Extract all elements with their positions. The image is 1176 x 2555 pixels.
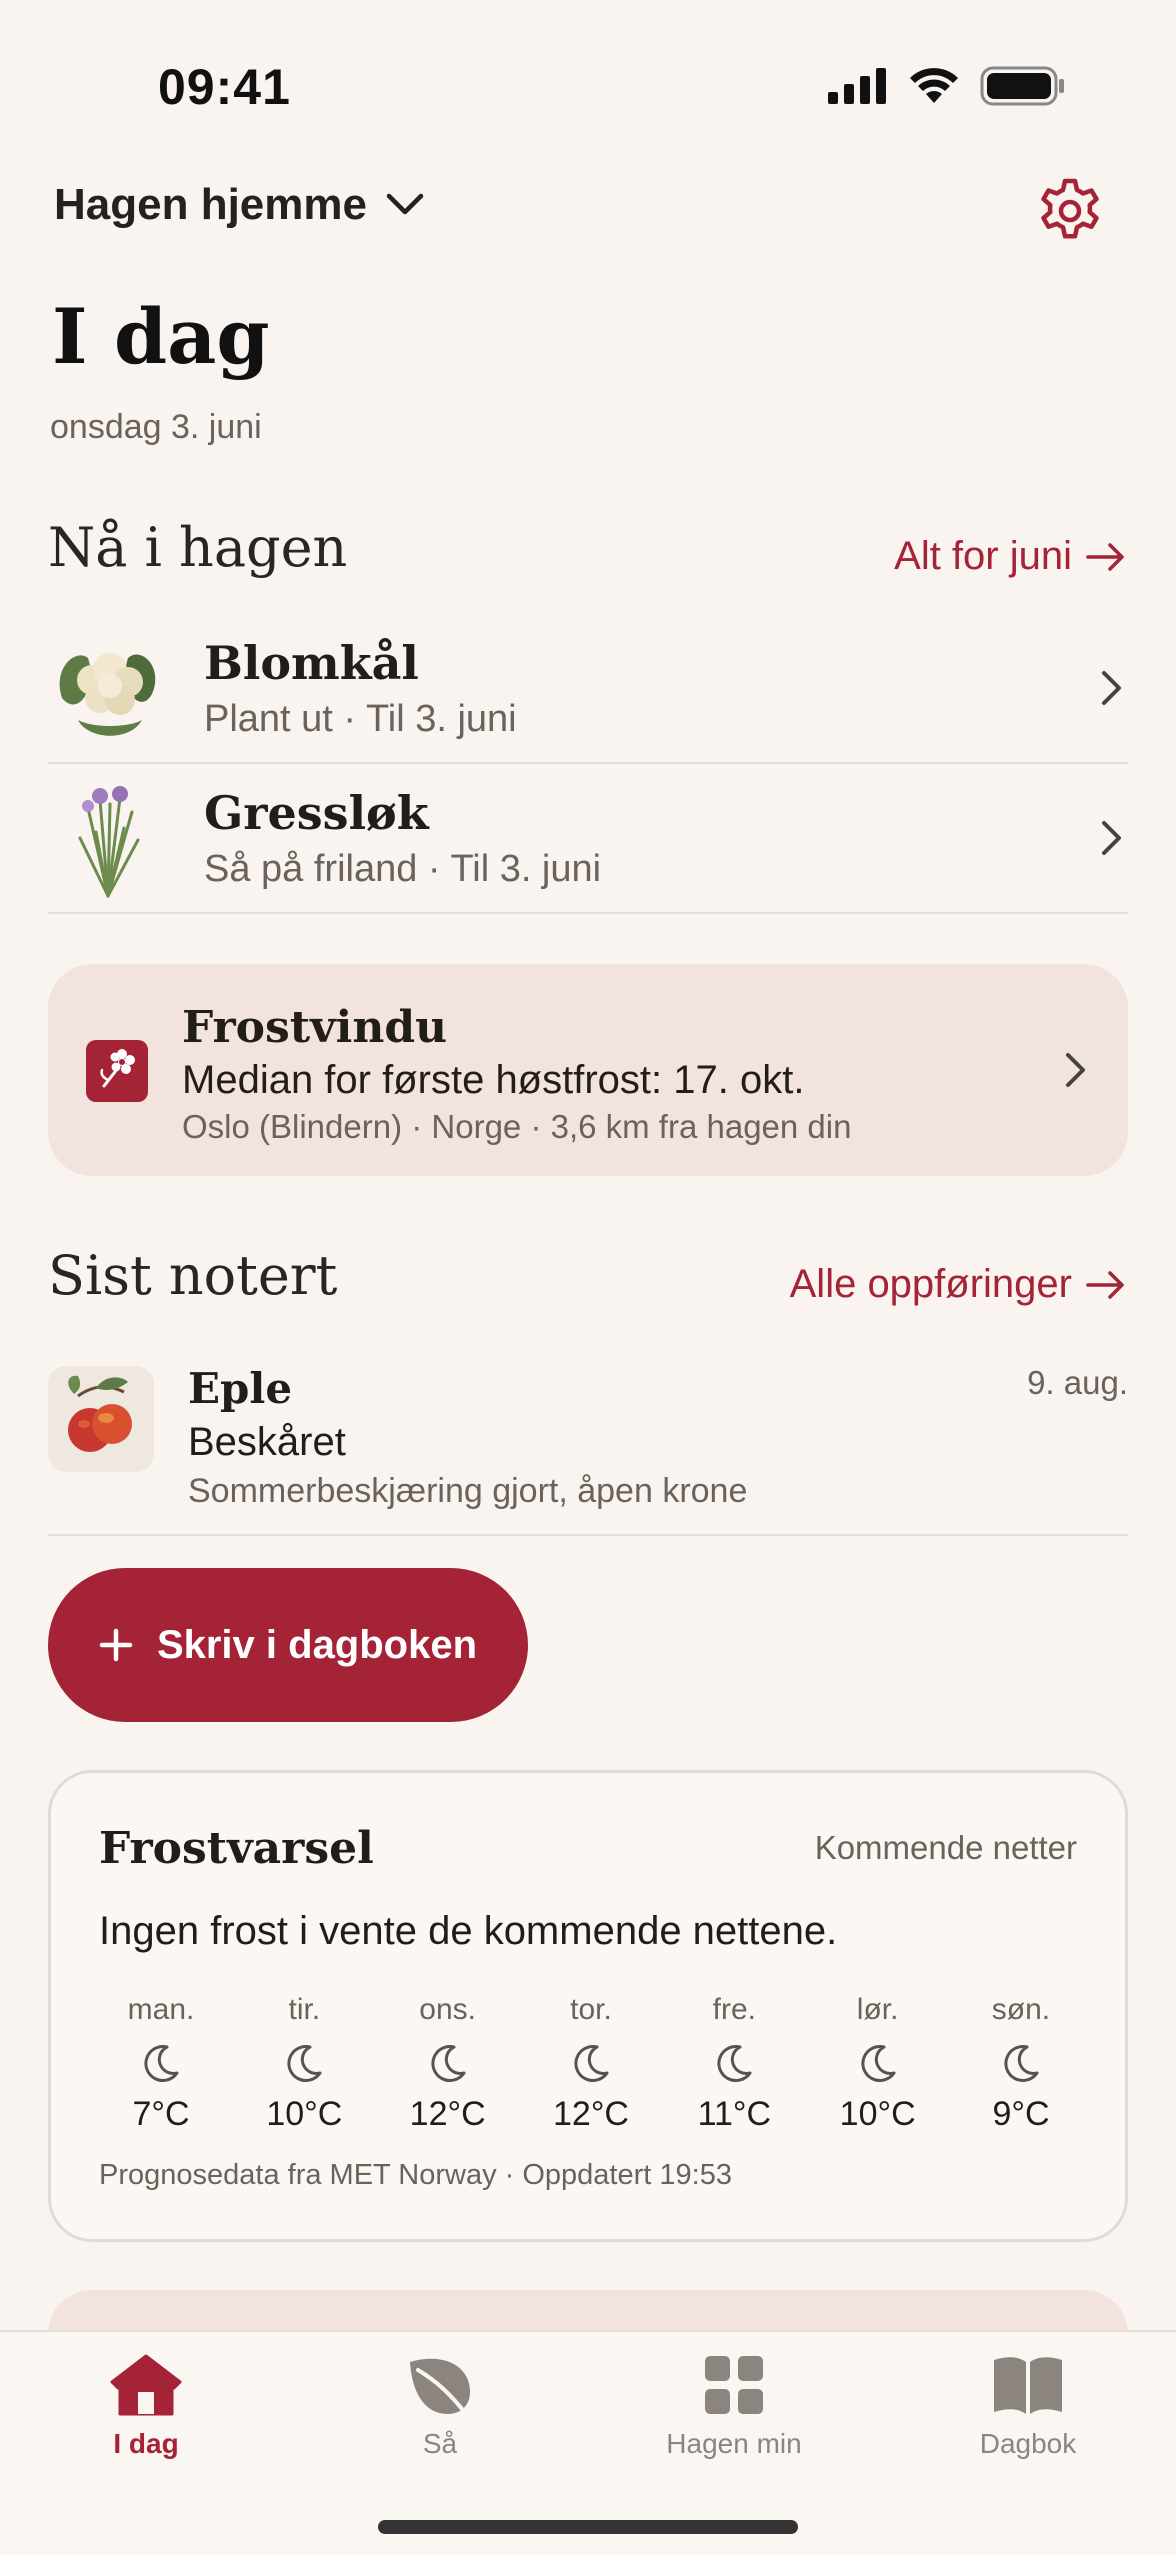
- forecast-title: Frostvarsel: [99, 1823, 374, 1874]
- write-diary-button[interactable]: Skriv i dagboken: [48, 1568, 528, 1722]
- home-indicator: [378, 2520, 798, 2534]
- wifi-icon: [910, 68, 958, 103]
- moon-icon: [717, 2045, 752, 2082]
- tab-label: Dagbok: [979, 2428, 1077, 2459]
- chevron-down-icon: [386, 193, 424, 215]
- tab-sow[interactable]: Så: [330, 2352, 550, 2460]
- frost-window-station: Oslo (Blindern) · Norge · 3,6 km fra hag…: [182, 1108, 852, 1145]
- forecast-temp: 12°C: [553, 2095, 629, 2133]
- arrow-right-icon: [1086, 1270, 1124, 1299]
- chevron-right-icon: [1066, 1053, 1085, 1087]
- task-name: Blomkål: [204, 635, 419, 690]
- arrow-right-icon: [1086, 542, 1124, 571]
- chevron-right-icon: [1102, 671, 1121, 705]
- signal-icon: [828, 68, 886, 104]
- forecast-temp: 11°C: [697, 2095, 772, 2133]
- forecast-day-name: lør.: [856, 1993, 899, 2026]
- task-name: Gressløk: [204, 785, 429, 840]
- entry-action: Beskåret: [188, 1420, 346, 1464]
- forecast-day: ons. 12°C: [388, 1993, 508, 2134]
- all-for-june-label: Alt for juni: [894, 534, 1072, 578]
- leaf-icon: [410, 2358, 470, 2416]
- forecast-days: man. 7°C tir. 10°C ons. 12°C tor. 12°C f…: [101, 1993, 1081, 2134]
- apple-icon: [48, 1366, 154, 1472]
- chevron-right-icon: [1102, 821, 1121, 855]
- forecast-summary: Ingen frost i vente de kommende nettene.: [99, 1909, 838, 1953]
- entry-date: 9. aug.: [1027, 1364, 1128, 1401]
- forecast-temp: 9°C: [992, 2095, 1050, 2133]
- section-title-recent: Sist notert: [48, 1244, 338, 1307]
- forecast-day-name: ons.: [419, 1993, 477, 2026]
- chives-icon: [78, 786, 140, 898]
- grid-icon: [705, 2356, 763, 2414]
- section-title-now: Nå i hagen: [48, 516, 348, 579]
- status-time: 09:41: [158, 59, 291, 115]
- forecast-day-name: tir.: [288, 1993, 321, 2026]
- task-row[interactable]: Gressløk Så på friland · Til 3. juni: [48, 764, 1128, 914]
- frost-window-card[interactable]: Frostvindu Median for første høstfrost: …: [48, 964, 1128, 1176]
- plus-icon: [99, 1628, 133, 1662]
- forecast-temp: 12°C: [409, 2095, 486, 2133]
- tab-label: Så: [422, 2428, 458, 2459]
- task-row[interactable]: Blomkål Plant ut · Til 3. juni: [48, 614, 1128, 764]
- moon-icon: [144, 2045, 179, 2082]
- forecast-day-name: tor.: [570, 1993, 612, 2026]
- forecast-day: tir. 10°C: [244, 1993, 364, 2134]
- forecast-temp: 10°C: [266, 2095, 343, 2133]
- forecast-day-name: fre.: [712, 1993, 756, 2026]
- all-entries-label: Alle oppføringer: [789, 1262, 1072, 1306]
- frost-forecast-card: Frostvarsel Kommende netter Ingen frost …: [48, 1770, 1128, 2242]
- moon-icon: [861, 2045, 896, 2082]
- moon-icon: [574, 2045, 609, 2082]
- forecast-day-name: søn.: [991, 1993, 1051, 2026]
- moon-icon: [1004, 2045, 1039, 2082]
- forecast-day: tor. 12°C: [531, 1993, 651, 2134]
- page-title: I dag: [52, 292, 270, 381]
- write-diary-label: Skriv i dagboken: [156, 1622, 478, 1667]
- forecast-day: søn. 9°C: [961, 1993, 1081, 2134]
- frost-window-title: Frostvindu: [182, 1002, 448, 1053]
- forecast-temp: 10°C: [839, 2095, 916, 2133]
- forecast-day: lør. 10°C: [818, 1993, 938, 2134]
- moon-icon: [287, 2045, 322, 2082]
- book-icon: [994, 2357, 1062, 2414]
- tab-my-garden[interactable]: Hagen min: [624, 2352, 844, 2460]
- status-bar: 09:41: [0, 0, 1176, 170]
- all-entries-link[interactable]: Alle oppføringer: [790, 1262, 1126, 1307]
- task-subtitle: Plant ut · Til 3. juni: [204, 697, 517, 740]
- tab-label: I dag: [113, 2428, 179, 2459]
- entry-detail: Sommerbeskjæring gjort, åpen krone: [188, 1472, 748, 1510]
- forecast-day: fre. 11°C: [674, 1993, 794, 2134]
- page-date: onsdag 3. juni: [50, 408, 262, 446]
- garden-name: Hagen hjemme: [54, 180, 367, 229]
- frost-flower-icon: [86, 1040, 148, 1102]
- entry-plant: Eple: [188, 1364, 293, 1413]
- tab-today[interactable]: I dag: [36, 2352, 256, 2460]
- forecast-range: Kommende netter: [814, 1829, 1077, 1866]
- garden-selector[interactable]: Hagen hjemme: [54, 180, 425, 230]
- cauliflower-icon: [59, 653, 156, 736]
- forecast-day: man. 7°C: [101, 1993, 221, 2134]
- moon-icon: [431, 2045, 466, 2082]
- forecast-temp: 7°C: [132, 2095, 190, 2133]
- tab-label: Hagen min: [666, 2428, 802, 2459]
- home-icon: [110, 2354, 182, 2416]
- battery-icon: [980, 66, 1064, 106]
- journal-entry[interactable]: Eple Beskåret Sommerbeskjæring gjort, åp…: [48, 1360, 1128, 1536]
- forecast-source: Prognosedata fra MET Norway · Oppdatert …: [99, 2159, 732, 2191]
- forecast-day-name: man.: [127, 1993, 195, 2026]
- settings-button[interactable]: [1034, 175, 1106, 247]
- task-subtitle: Så på friland · Til 3. juni: [204, 847, 602, 890]
- tab-diary[interactable]: Dagbok: [918, 2352, 1138, 2460]
- all-for-june-link[interactable]: Alt for juni: [894, 534, 1126, 579]
- frost-window-median: Median for første høstfrost: 17. okt.: [182, 1058, 805, 1102]
- gear-icon: [1041, 178, 1099, 239]
